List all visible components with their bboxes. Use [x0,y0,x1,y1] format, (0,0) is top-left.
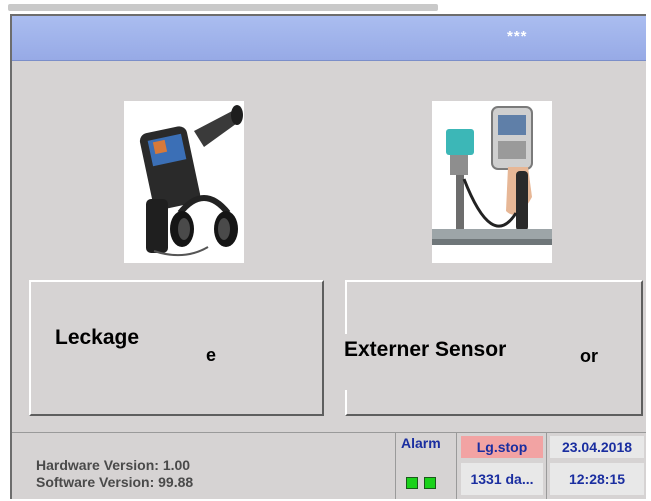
title-text: *** [507,28,528,45]
title-bar: *** [12,16,646,61]
leckage-label: Leckage [53,324,170,372]
status-divider [546,433,547,499]
external-sensor-label: Externer Sensor [340,334,519,390]
leckage-button-residual-label: e [206,345,217,366]
software-version: Software Version: 99.88 [36,474,194,490]
logger-status[interactable]: Lg.stop [461,436,543,458]
top-bezel [0,0,651,14]
status-divider [456,433,457,499]
alarm-led-2-icon [424,477,436,489]
external-sensor-image[interactable] [432,101,552,263]
external-sensor-residual-label: or [580,346,598,367]
status-bar: Hardware Version: 1.00 Software Version:… [12,432,646,499]
device-screen: *** e Leckage or Externer Sensor Hardwar… [10,14,646,499]
status-divider [395,433,396,499]
leak-detector-image[interactable] [124,101,244,263]
alarm-label[interactable]: Alarm [401,435,441,451]
logger-days: 1331 da... [461,463,543,495]
hardware-version: Hardware Version: 1.00 [36,457,191,473]
alarm-led-1-icon [406,477,418,489]
top-progress-strip [8,4,438,11]
leak-detector-illustration [124,101,244,263]
date-display: 23.04.2018 [550,436,644,458]
external-sensor-illustration [432,101,552,263]
time-display: 12:28:15 [550,463,644,495]
